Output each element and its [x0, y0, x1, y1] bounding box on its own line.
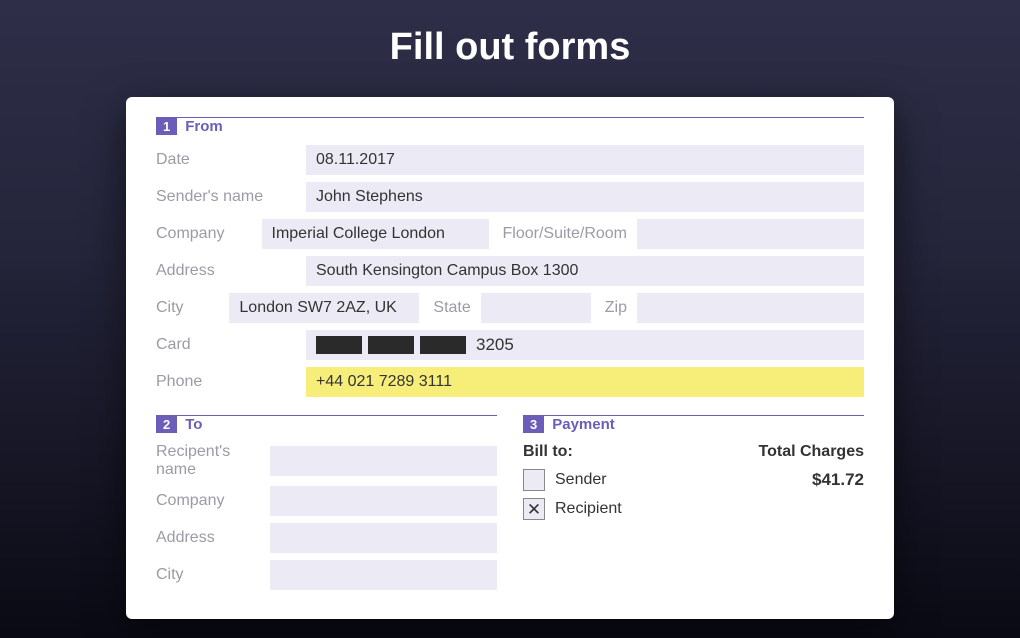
card-mask-icon [420, 336, 466, 354]
label-state: State [419, 299, 480, 317]
company-field[interactable] [262, 219, 489, 249]
total-amount: $41.72 [812, 470, 864, 490]
state-field[interactable] [481, 293, 591, 323]
card-mask-icon [316, 336, 362, 354]
section-header-from: 1 From [156, 117, 864, 135]
billto-recipient-checkbox[interactable] [523, 498, 545, 520]
label-zip: Zip [591, 299, 637, 317]
label-floor: Floor/Suite/Room [489, 225, 638, 243]
sender-name-field[interactable] [306, 182, 864, 212]
city-field[interactable] [229, 293, 419, 323]
label-to-address: Address [156, 529, 270, 547]
billto-heading: Bill to: [523, 443, 759, 461]
section-title-to: To [185, 416, 202, 433]
phone-field[interactable] [306, 367, 864, 397]
floor-field[interactable] [637, 219, 864, 249]
section-title-payment: Payment [552, 416, 615, 433]
recipient-name-field[interactable] [270, 446, 497, 476]
form-card: 1 From Date Sender's name Company Floor/… [126, 97, 894, 619]
total-charges-heading: Total Charges [759, 443, 865, 461]
label-date: Date [156, 151, 306, 169]
to-company-field[interactable] [270, 486, 497, 516]
to-address-field[interactable] [270, 523, 497, 553]
address-field[interactable] [306, 256, 864, 286]
zip-field[interactable] [637, 293, 864, 323]
section-badge-to: 2 [156, 416, 177, 433]
card-field[interactable]: 3205 [306, 330, 864, 360]
card-mask-icon [368, 336, 414, 354]
section-badge-from: 1 [156, 118, 177, 135]
label-city: City [156, 299, 229, 317]
billto-sender-checkbox[interactable] [523, 469, 545, 491]
label-sender: Sender's name [156, 188, 306, 206]
page-heading: Fill out forms [390, 26, 631, 69]
label-company: Company [156, 225, 262, 243]
label-card: Card [156, 336, 306, 354]
billto-recipient-label: Recipient [555, 500, 864, 518]
section-badge-payment: 3 [523, 416, 544, 433]
section-header-payment: 3 Payment [523, 415, 864, 433]
section-title-from: From [185, 118, 223, 135]
to-city-field[interactable] [270, 560, 497, 590]
label-phone: Phone [156, 373, 306, 391]
section-header-to: 2 To [156, 415, 497, 433]
label-address: Address [156, 262, 306, 280]
label-recipient: Recipent's name [156, 443, 270, 479]
card-last-digits: 3205 [476, 335, 514, 355]
label-to-city: City [156, 566, 270, 584]
label-to-company: Company [156, 492, 270, 510]
date-field[interactable] [306, 145, 864, 175]
